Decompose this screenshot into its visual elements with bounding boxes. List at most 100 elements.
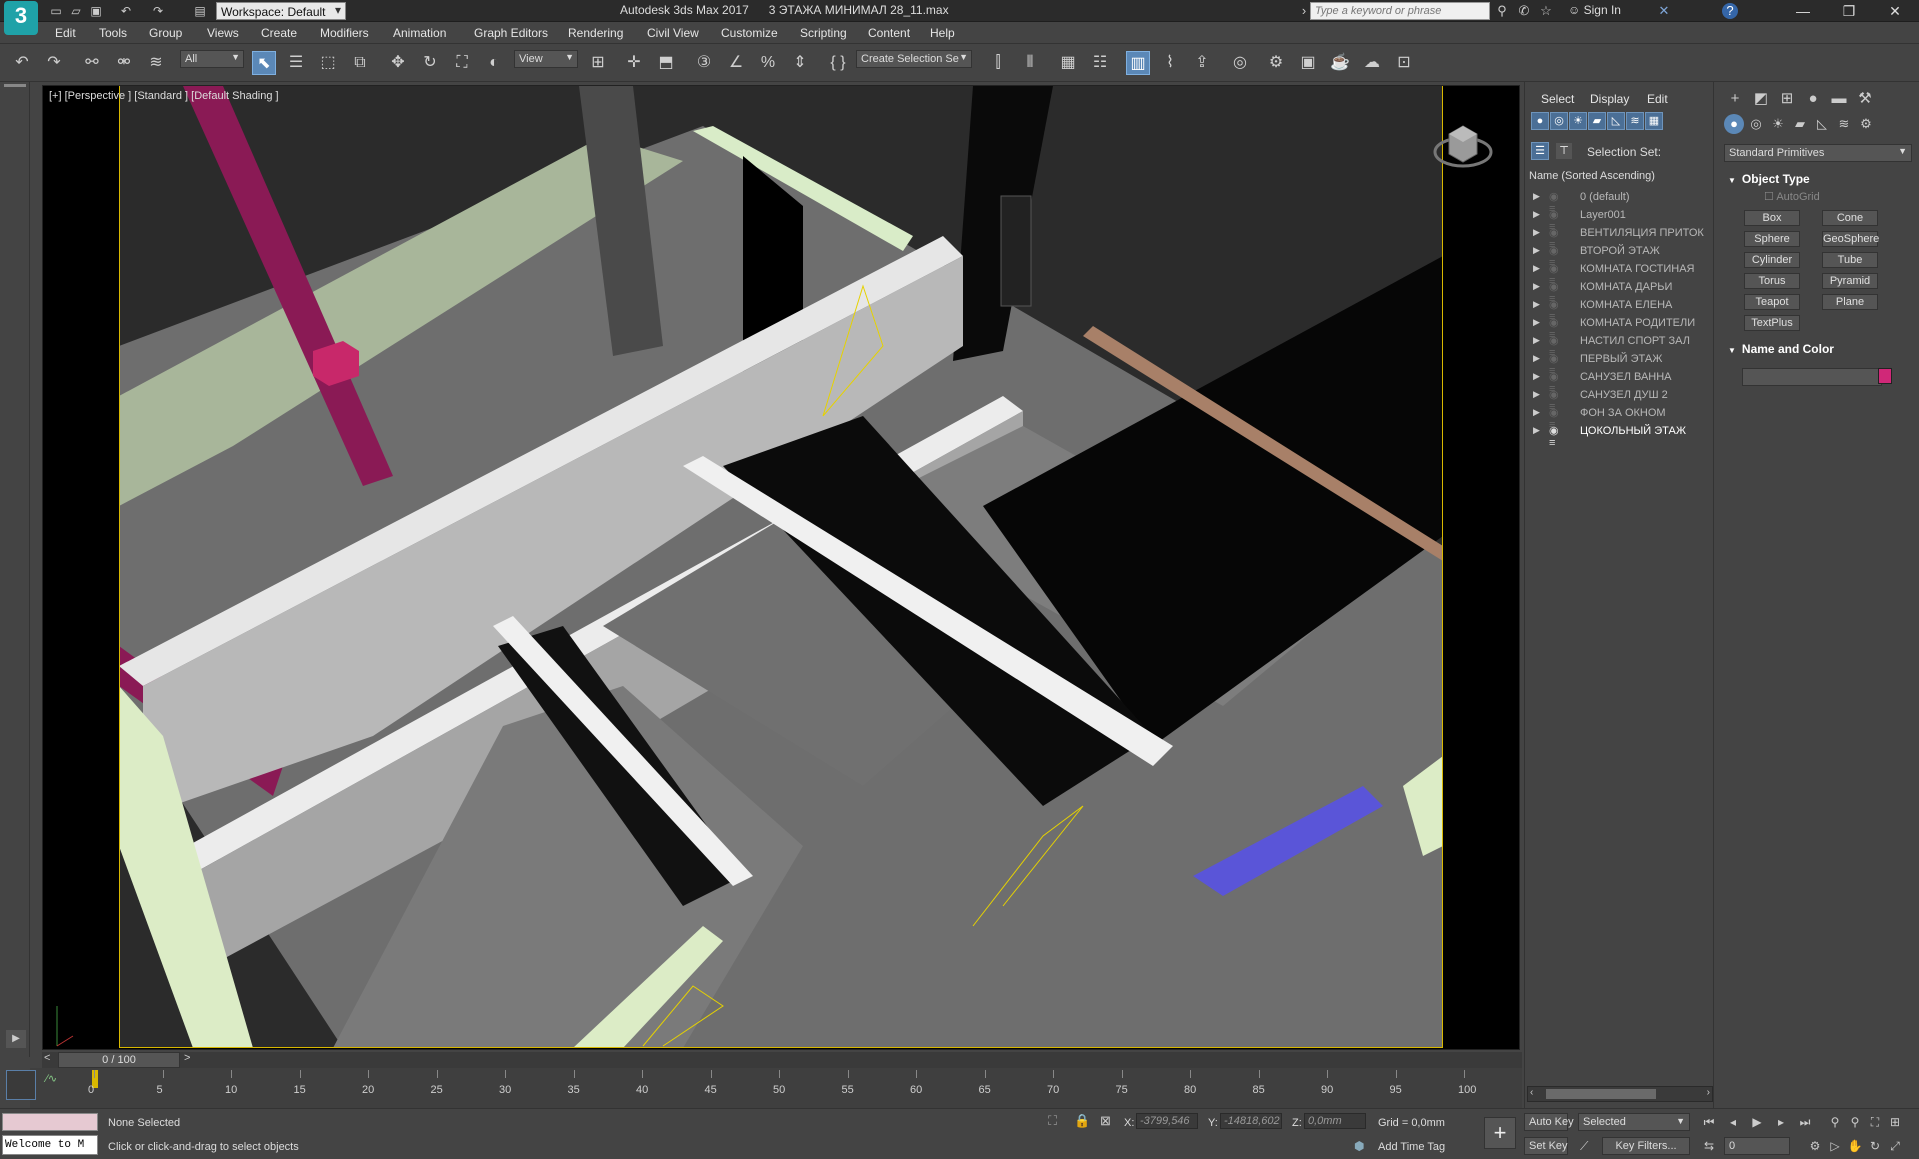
add-time-tag-button[interactable]: Add Time Tag: [1378, 1141, 1445, 1153]
search-input[interactable]: Type a keyword or phrase: [1310, 2, 1490, 20]
redo-icon[interactable]: ↷: [150, 3, 166, 19]
undo-icon[interactable]: ↶: [118, 3, 134, 19]
list-item[interactable]: ▶ ◉ ≡ КОМНАТА ЕЛЕНА: [1525, 296, 1713, 323]
bind-space-warp-icon[interactable]: ≋: [144, 51, 168, 75]
snaps-toggle-icon[interactable]: ③: [692, 51, 716, 75]
next-key-icon[interactable]: ▸: [1772, 1113, 1790, 1131]
list-item[interactable]: ▶ ◉ ≡ КОМНАТА РОДИТЕЛИ: [1525, 314, 1713, 341]
restore-button[interactable]: ❐: [1826, 0, 1872, 22]
binoculars-icon[interactable]: ⚲: [1494, 3, 1510, 19]
expand-arrow-icon[interactable]: ▶: [1533, 191, 1540, 202]
align-icon[interactable]: ⫴: [1018, 51, 1042, 75]
previous-key-icon[interactable]: ◂: [1724, 1113, 1742, 1131]
expand-arrow-icon[interactable]: ▶: [1533, 299, 1540, 310]
list-item[interactable]: ▶ ◉ ≡ НАСТИЛ СПОРТ ЗАЛ: [1525, 332, 1713, 359]
object-color-swatch[interactable]: [1878, 368, 1892, 384]
zoom-all-icon[interactable]: ⚲: [1846, 1113, 1864, 1131]
modify-tab-icon[interactable]: ◩: [1750, 88, 1772, 110]
object-type-rollout[interactable]: ▼ Object Type: [1728, 172, 1810, 186]
perspective-viewport[interactable]: [+] [Perspective ] [Standard ] [Default …: [42, 85, 1520, 1050]
menu-help[interactable]: Help: [930, 26, 955, 40]
zoom-extents-icon[interactable]: ⛶: [1866, 1113, 1884, 1131]
shapes-category-icon[interactable]: ◎: [1746, 114, 1766, 134]
a360-gallery-icon[interactable]: ⊡: [1392, 51, 1416, 75]
menu-edit[interactable]: Edit: [55, 26, 76, 40]
maximize-viewport-icon[interactable]: ⤢: [1886, 1137, 1904, 1155]
expand-arrow-icon[interactable]: ▶: [1533, 407, 1540, 418]
favorites-star-icon[interactable]: ☆: [1538, 3, 1554, 19]
create-tab-plus-icon[interactable]: +: [1724, 88, 1746, 110]
time-tag-icon[interactable]: ⬢: [1354, 1139, 1364, 1153]
menu-rendering[interactable]: Rendering: [568, 26, 623, 40]
textplus-button[interactable]: TextPlus: [1744, 315, 1800, 331]
track-bar[interactable]: ∕∿ 0 5 10 15 20 25 30 35 40 45 50 55 60 65 70 75 80 85 90 9…: [6, 1068, 1522, 1108]
box-button[interactable]: Box: [1744, 210, 1800, 226]
communication-center-icon[interactable]: ✆: [1516, 3, 1532, 19]
key-tangent-icon[interactable]: ⟋: [1580, 1139, 1588, 1154]
expand-arrow-icon[interactable]: ▶: [1533, 263, 1540, 274]
material-editor-icon[interactable]: ◎: [1228, 51, 1252, 75]
percent-snap-icon[interactable]: %: [756, 51, 780, 75]
menu-animation[interactable]: Animation: [393, 26, 446, 40]
menu-tools[interactable]: Tools: [99, 26, 127, 40]
select-by-name-icon[interactable]: ☰: [284, 51, 308, 75]
help-icon[interactable]: ?: [1722, 3, 1738, 19]
sort-by-layers-icon[interactable]: ☰: [1531, 142, 1549, 160]
menu-modifiers[interactable]: Modifiers: [320, 26, 369, 40]
motion-tab-icon[interactable]: ●: [1802, 88, 1824, 110]
menu-scripting[interactable]: Scripting: [800, 26, 847, 40]
select-manipulate-icon[interactable]: ✛: [622, 51, 646, 75]
zoom-icon[interactable]: ⚲: [1826, 1113, 1844, 1131]
teapot-button[interactable]: Teapot: [1744, 294, 1800, 310]
exchange-apps-icon[interactable]: ✕: [1656, 3, 1672, 19]
geosphere-button[interactable]: GeoSphere: [1822, 231, 1879, 247]
expand-arrow-icon[interactable]: ▶: [1533, 335, 1540, 346]
curve-editor-icon[interactable]: ⌇: [1158, 51, 1182, 75]
object-category-dropdown[interactable]: Standard Primitives ▼: [1724, 144, 1912, 162]
plane-button[interactable]: Plane: [1822, 294, 1878, 310]
viewcube-icon[interactable]: [1433, 116, 1493, 176]
mini-curve-editor-icon[interactable]: [6, 1070, 36, 1100]
display-tab-icon[interactable]: ▬: [1828, 88, 1850, 110]
expand-arrow-icon[interactable]: ▶: [1533, 227, 1540, 238]
expand-arrow-icon[interactable]: ▶: [1533, 317, 1540, 328]
redo-icon[interactable]: ↷: [42, 51, 66, 75]
hierarchy-tab-icon[interactable]: ⊞: [1776, 88, 1798, 110]
cameras-category-icon[interactable]: ▰: [1790, 114, 1810, 134]
list-item[interactable]: ▶ ◉ ≡ ВЕНТИЛЯЦИЯ ПРИТОК: [1525, 224, 1713, 251]
autogrid-checkbox[interactable]: ☐ AutoGrid: [1764, 190, 1820, 203]
layer-explorer-icon[interactable]: ☷: [1088, 51, 1112, 75]
render-setup-icon[interactable]: ⚙: [1264, 51, 1288, 75]
auto-key-button[interactable]: Auto Key: [1524, 1113, 1574, 1131]
list-item[interactable]: ▶ ◉ ≡ ФОН ЗА ОКНОМ: [1525, 404, 1713, 431]
link-icon[interactable]: ⚯: [80, 51, 104, 75]
helpers-category-icon[interactable]: ◺: [1812, 114, 1832, 134]
time-slider-thumb[interactable]: 0 / 100: [58, 1052, 180, 1068]
expand-arrow-icon[interactable]: ▶: [1533, 425, 1540, 436]
scroll-right-icon[interactable]: ›: [1707, 1087, 1710, 1098]
display-all-icon[interactable]: ▦: [1645, 112, 1663, 130]
list-item[interactable]: ▶ ◉ ≡ КОМНАТА ГОСТИНАЯ: [1525, 260, 1713, 287]
list-item[interactable]: ▶ ◉ ≡ 0 (default): [1525, 188, 1713, 215]
rendered-frame-window-icon[interactable]: ▣: [1296, 51, 1320, 75]
keyboard-shortcut-override-icon[interactable]: ⬒: [654, 51, 678, 75]
expand-arrow-icon[interactable]: ▶: [1533, 245, 1540, 256]
menu-graph-editors[interactable]: Graph Editors: [474, 26, 548, 40]
absolute-mode-icon[interactable]: ⊠: [1100, 1113, 1111, 1129]
move-icon[interactable]: ✥: [386, 51, 410, 75]
tab-select[interactable]: Select: [1541, 92, 1574, 106]
viewport-label-menu[interactable]: [+] [Perspective ] [Standard ] [Default …: [49, 90, 279, 102]
display-cameras-icon[interactable]: ▰: [1588, 112, 1606, 130]
pyramid-button[interactable]: Pyramid: [1822, 273, 1878, 289]
display-shapes-icon[interactable]: ◎: [1550, 112, 1568, 130]
scrollbar-thumb[interactable]: [1546, 1089, 1656, 1099]
maxscript-mini-listener[interactable]: Welcome to M: [2, 1135, 98, 1155]
maxscript-listener-bar[interactable]: [2, 1113, 98, 1131]
go-to-start-icon[interactable]: ⏮: [1700, 1113, 1718, 1131]
x-coordinate-field[interactable]: -3799,546: [1136, 1113, 1198, 1129]
list-item[interactable]: ▶ ◉ ≡ ПЕРВЫЙ ЭТАЖ: [1525, 350, 1713, 377]
selection-lock-icon[interactable]: 🔒: [1074, 1113, 1090, 1129]
expand-arrow-icon[interactable]: ▶: [1533, 353, 1540, 364]
scale-icon[interactable]: ⛶: [450, 51, 474, 75]
zoom-extents-all-icon[interactable]: ⊞: [1886, 1113, 1904, 1131]
